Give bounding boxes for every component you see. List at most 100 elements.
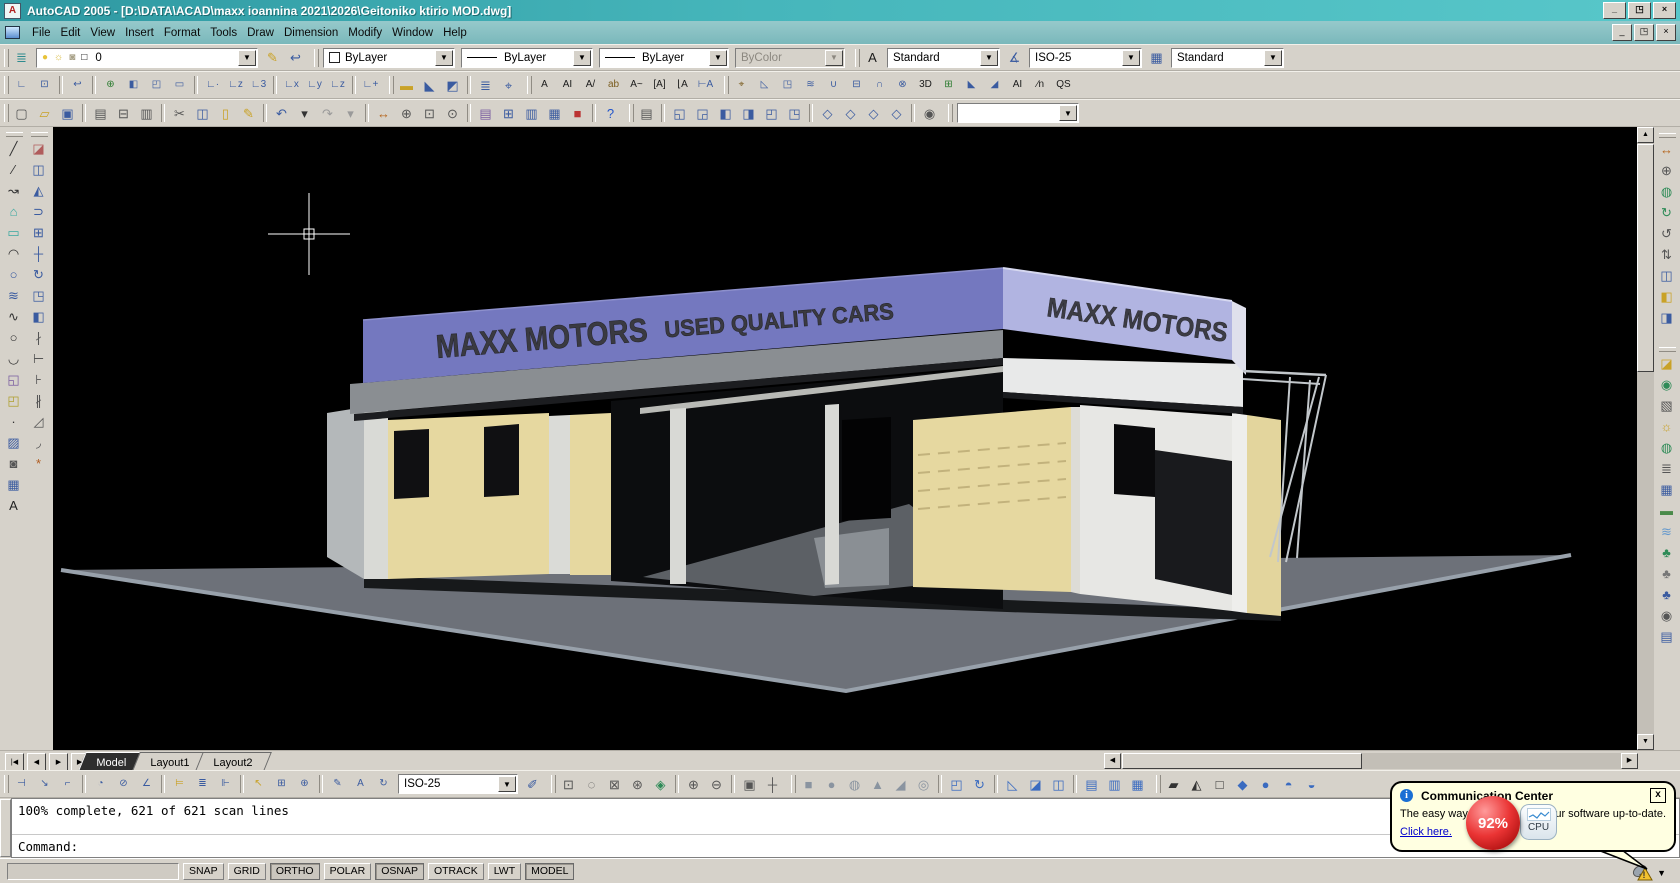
wedge-tool-icon[interactable]: ◺ [754,75,775,96]
text-style-dropdown-icon[interactable]: ▼ [980,50,998,66]
tab-layout2[interactable]: Layout2 [195,752,272,771]
window-opening-1[interactable] [394,429,429,499]
new-icon[interactable]: ▢ [11,103,32,124]
restore-button[interactable]: ◳ [1628,2,1651,19]
quick-leader-icon[interactable]: ↖ [248,774,269,795]
text-style-2-icon[interactable]: A~ [626,75,647,96]
interfere-icon[interactable]: ◫ [1048,774,1069,795]
plot-icon[interactable]: ▤ [90,103,111,124]
toggle-ortho[interactable]: ORTHO [270,863,320,880]
materials-library-icon[interactable]: ≣ [1655,458,1678,478]
text-height-icon[interactable]: AI [1007,75,1028,96]
white-column-4[interactable] [825,404,839,585]
properties-palette-icon[interactable]: ▤ [475,103,496,124]
zoom-realtime-icon[interactable]: ⊕ [396,103,417,124]
move-icon[interactable]: ┼ [27,243,50,263]
ucs-object-icon[interactable]: ◧ [123,75,144,96]
undo-dropdown-icon[interactable]: ▾ [294,103,315,124]
scroll-up-icon[interactable]: ▲ [1637,127,1654,143]
menu-format[interactable]: Format [159,24,205,42]
tab-first-button[interactable]: |◀ [5,753,24,771]
autocad-app-icon[interactable]: A [4,3,21,19]
menu-dimension[interactable]: Dimension [279,24,343,42]
ucs-apply-icon[interactable]: ∟+ [360,75,381,96]
cone-solid-icon[interactable]: ▲ [867,774,888,795]
construction-line-icon[interactable]: ∕ [2,159,25,179]
menu-window[interactable]: Window [387,24,438,42]
3d-wedge-surface-icon[interactable]: ◆ [1232,774,1253,795]
offset-icon[interactable]: ⊃ [27,201,50,221]
3d-pan-icon[interactable]: ↔ [1655,139,1678,159]
ucs-zaxis-icon[interactable]: ∟z [225,75,246,96]
ucs-y-icon[interactable]: ∟y [304,75,325,96]
array-icon[interactable]: ⊞ [27,222,50,242]
interference-icon[interactable]: ⊗ [892,75,913,96]
zoom-object-icon[interactable]: ◈ [650,774,671,795]
spline-icon[interactable]: ∿ [2,306,25,326]
materials-icon[interactable]: ◍ [1655,437,1678,457]
color-control-combo[interactable]: ByLayer ▼ [323,48,455,68]
point-icon[interactable]: · [2,411,25,431]
left-corner-column[interactable] [364,405,388,579]
aligned-dimension-icon[interactable]: ↘ [34,774,55,795]
left-view-icon[interactable]: ◧ [715,103,736,124]
explode-icon[interactable]: * [27,453,50,473]
cylinder-solid-icon[interactable]: ◍ [844,774,865,795]
redo-icon[interactable]: ↷ [317,103,338,124]
plot-preview-icon[interactable]: ⊟ [113,103,134,124]
extend-icon[interactable]: ⊢ [27,348,50,368]
landscape-library-icon[interactable]: ♣ [1655,584,1678,604]
click-here-link[interactable]: Click here. [1400,826,1452,838]
menu-help[interactable]: Help [438,24,472,42]
justify-text-icon[interactable]: ⌊A [672,75,693,96]
make-object-layer-current-icon[interactable]: ✎ [262,47,283,68]
white-column-2[interactable] [549,415,570,574]
polygon-icon[interactable]: ⌂ [2,201,25,221]
mtext-toolbar-icon[interactable]: A [534,75,555,96]
right-corner-column[interactable] [1232,413,1247,613]
save-icon[interactable]: ▣ [57,103,78,124]
menu-edit[interactable]: Edit [56,24,86,42]
design-center-icon[interactable]: ⊞ [498,103,519,124]
undo-icon[interactable]: ↶ [271,103,292,124]
table-style-dropdown-icon[interactable]: ▼ [1264,50,1282,66]
3d-sphere-surface-icon[interactable]: ● [1255,774,1276,795]
chamfer-icon[interactable]: ◿ [27,411,50,431]
doc-minimize-button[interactable]: _ [1612,24,1632,41]
linetype-control-combo[interactable]: ByLayer ▼ [461,48,593,68]
pan-realtime-icon[interactable]: ↔ [373,103,394,124]
dim-style-combo[interactable]: ISO-25 ▼ [1029,48,1142,68]
rectangle-icon[interactable]: ▭ [2,222,25,242]
layer-combo[interactable]: ●☼◙□ 0 ▼ [36,48,258,68]
publish-icon[interactable]: ▥ [136,103,157,124]
insert-block-icon[interactable]: ◱ [2,369,25,389]
ucs-face-icon[interactable]: ◰ [146,75,167,96]
table-icon[interactable]: ▦ [2,474,25,494]
zoom-extents-icon[interactable]: ┼ [762,774,783,795]
setup-view-icon[interactable]: ▥ [1104,774,1125,795]
arc-icon[interactable]: ◠ [2,243,25,263]
vertical-scroll-thumb[interactable] [1637,144,1654,372]
cut-icon[interactable]: ✂ [169,103,190,124]
3d-face-icon[interactable]: ◭ [1186,774,1207,795]
interior-doorway[interactable] [842,417,891,521]
baseline-dimension-icon[interactable]: ≣ [192,774,213,795]
minimize-button[interactable]: _ [1603,2,1626,19]
scale-text-icon[interactable]: [A] [649,75,670,96]
statistics-icon[interactable]: ▤ [1655,626,1678,646]
render-preferences-icon[interactable]: ◉ [1655,605,1678,625]
3d-swivel-icon[interactable]: ↺ [1655,223,1678,243]
dimension-text-edit-icon[interactable]: A [350,774,371,795]
zoom-window-std-icon[interactable]: ⊡ [419,103,440,124]
circle-icon[interactable]: ○ [2,264,25,284]
copy-clip-icon[interactable]: ◫ [192,103,213,124]
3d-mesh-icon[interactable]: ◒ [1301,774,1322,795]
scroll-right-icon[interactable]: ▶ [1621,753,1638,769]
3d-dome-icon[interactable]: ◓ [1278,774,1299,795]
white-column-3[interactable] [670,408,686,584]
menu-file[interactable]: File [27,24,56,42]
window-opening-2[interactable] [484,424,519,497]
markup-manager-icon[interactable]: ■ [567,103,588,124]
toggle-osnap[interactable]: OSNAP [375,863,424,880]
nw-isometric-icon[interactable]: ◇ [886,103,907,124]
